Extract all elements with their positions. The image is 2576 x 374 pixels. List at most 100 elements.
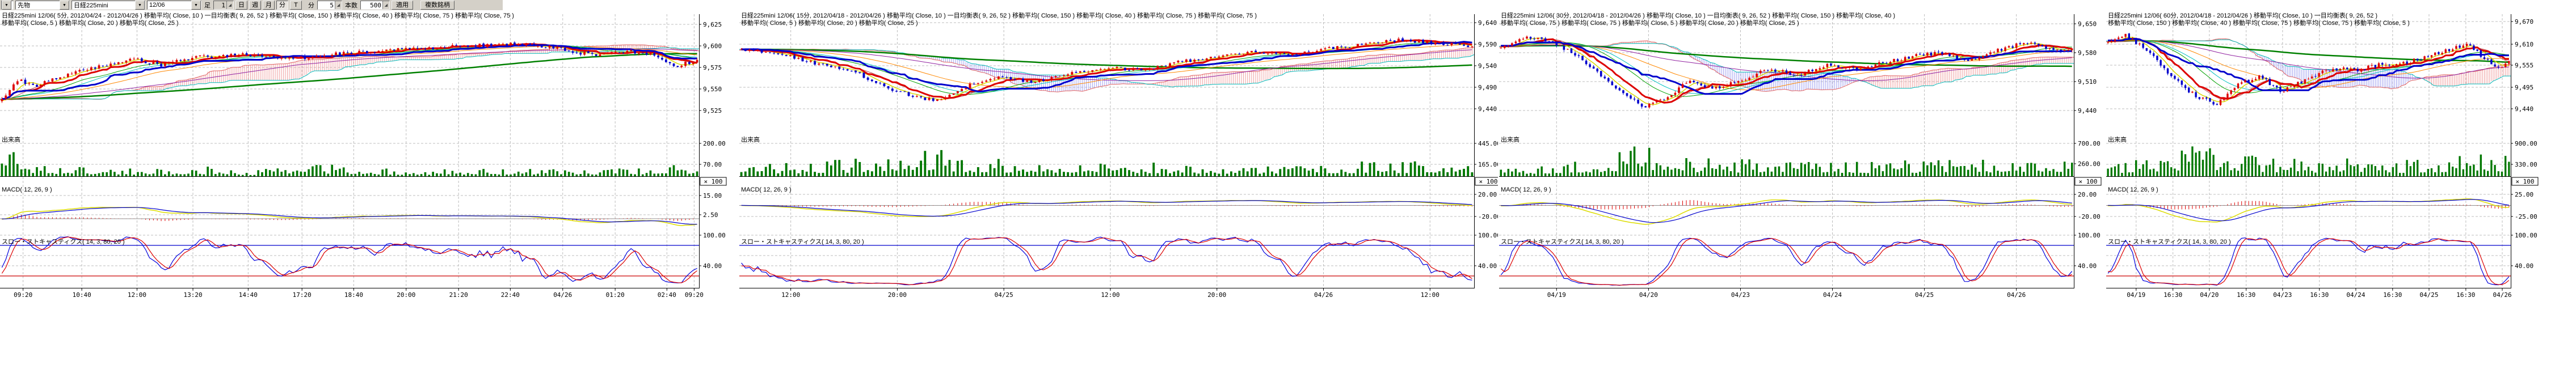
svg-text:-25.00: -25.00 [2515,213,2537,220]
svg-text:2.50: 2.50 [703,211,718,219]
chart-canvas[interactable]: 9,6709,6109,5559,4959,440900.00330.0025.… [2106,0,2576,309]
svg-text:18:40: 18:40 [344,291,363,299]
contract-value: 12/06 [148,2,191,8]
svg-text:9,625: 9,625 [703,21,722,28]
svg-text:04/24: 04/24 [1823,291,1842,299]
svg-text:スロー・ストキャスティクス( 14, 3, 80, 20 ): スロー・ストキャスティクス( 14, 3, 80, 20 ) [2,238,125,245]
svg-text:40.00: 40.00 [2515,262,2533,270]
bars-stepper[interactable]: 500 ◢ [360,1,390,10]
spinner-icon[interactable]: ◢ [226,1,233,9]
chart-panel-15min[interactable]: 日経225mini 12/06( 15分, 2012/04/18 - 2012/… [739,0,1498,374]
svg-text:-20.00: -20.00 [2078,213,2101,220]
svg-text:16:30: 16:30 [2163,291,2182,299]
svg-text:9,670: 9,670 [2515,18,2533,26]
spinner-icon[interactable]: ◢ [382,1,389,9]
svg-text:100.00: 100.00 [703,232,726,239]
svg-text:16:30: 16:30 [2456,291,2475,299]
svg-text:MACD( 12, 26, 9 ): MACD( 12, 26, 9 ) [2108,186,2158,193]
svg-text:16:30: 16:30 [2237,291,2255,299]
svg-text:13:20: 13:20 [183,291,202,299]
svg-text:09:20: 09:20 [685,291,704,299]
ashi-stepper[interactable]: 1 ◢ [213,1,234,10]
svg-text:22:40: 22:40 [501,291,520,299]
chevron-down-icon[interactable]: ▼ [191,1,201,10]
svg-text:-20.00: -20.00 [1478,213,1498,220]
svg-text:MACD( 12, 26, 9 ): MACD( 12, 26, 9 ) [2,186,52,193]
svg-text:04/25: 04/25 [1915,291,1934,299]
svg-text:× 100: × 100 [2078,178,2097,185]
svg-text:MACD( 12, 26, 9 ): MACD( 12, 26, 9 ) [741,186,792,193]
period-button-day[interactable]: 日 [235,1,247,10]
chart-panel-5min[interactable]: 日経225mini 12/06( 5分, 2012/04/24 - 2012/0… [0,0,738,374]
svg-text:200.00: 200.00 [703,140,726,147]
svg-text:04/19: 04/19 [2127,291,2145,299]
contract-dropdown[interactable]: 12/06 ▼ [147,1,201,10]
svg-text:900.00: 900.00 [2515,140,2537,147]
svg-text:9,440: 9,440 [2515,105,2533,113]
chevron-down-icon[interactable]: ▼ [135,1,145,10]
chart-canvas[interactable]: 9,6259,6009,5759,5509,525200.0070.0015.0… [0,0,738,309]
svg-text:17:20: 17:20 [293,291,312,299]
svg-text:165.00: 165.00 [1478,161,1498,168]
chart-canvas[interactable]: 9,6409,5909,5409,4909,440445.00165.0020.… [739,0,1498,309]
svg-text:40.00: 40.00 [703,262,722,270]
symbol-dropdown[interactable]: 日経225mini ▼ [71,1,145,10]
svg-text:20:00: 20:00 [888,291,907,299]
minute-stepper[interactable]: 5 ◢ [317,1,342,10]
bars-value: 500 [361,2,382,9]
chart-panel-30min[interactable]: 日経225mini 12/06( 30分, 2012/04/18 - 2012/… [1499,0,2105,374]
svg-text:04/20: 04/20 [2200,291,2219,299]
svg-text:9,440: 9,440 [2078,107,2097,114]
svg-text:20.00: 20.00 [2078,191,2097,198]
svg-text:スロー・ストキャスティクス( 14, 3, 80, 20 ): スロー・ストキャスティクス( 14, 3, 80, 20 ) [741,238,864,245]
spinner-icon[interactable]: ◢ [335,1,342,9]
svg-text:9,495: 9,495 [2515,84,2533,91]
svg-text:× 100: × 100 [2515,178,2534,185]
svg-text:出来高: 出来高 [741,135,760,143]
period-button-tick[interactable]: T [290,1,302,10]
svg-text:16:30: 16:30 [2310,291,2329,299]
svg-text:70.00: 70.00 [703,161,722,168]
chevron-down-icon[interactable]: ▼ [60,1,69,10]
svg-text:16:30: 16:30 [2383,291,2402,299]
svg-text:12:00: 12:00 [1101,291,1119,299]
svg-text:20:00: 20:00 [1207,291,1226,299]
period-button-month[interactable]: 月 [263,1,275,10]
chart-toolbar: ▼ 先物 ▼ 日経225mini ▼ 12/06 ▼ 足 1 ◢ 日 週 月 分… [0,0,503,10]
multi-symbol-button[interactable]: 複数銘柄 [420,1,454,10]
svg-text:出来高: 出来高 [1501,135,1519,143]
period-button-minute[interactable]: 分 [276,1,288,10]
svg-text:14:40: 14:40 [239,291,258,299]
symbol-value: 日経225mini [72,1,135,10]
category-dropdown[interactable]: 先物 ▼ [15,1,70,10]
chevron-down-icon[interactable]: ▼ [2,1,11,10]
svg-text:9,590: 9,590 [1478,41,1497,48]
svg-text:9,580: 9,580 [2078,49,2097,57]
svg-text:09:20: 09:20 [14,291,32,299]
svg-text:445.00: 445.00 [1478,140,1498,147]
period-button-week[interactable]: 週 [249,1,261,10]
svg-text:9,550: 9,550 [703,86,722,93]
svg-text:04/19: 04/19 [1547,291,1566,299]
svg-text:20.00: 20.00 [1478,191,1497,198]
svg-text:出来高: 出来高 [2108,135,2127,143]
svg-text:04/26: 04/26 [1314,291,1333,299]
apply-button[interactable]: 適用 [392,1,413,10]
svg-text:× 100: × 100 [1479,178,1497,185]
ashi-label: 足 [203,1,212,10]
chart-panel-60min[interactable]: 日経225mini 12/06( 60分, 2012/04/18 - 2012/… [2106,0,2576,374]
chart-canvas[interactable]: 9,6509,5809,5109,440700.00260.0020.00-20… [1499,0,2105,309]
svg-text:9,440: 9,440 [1478,105,1497,113]
svg-text:04/24: 04/24 [2346,291,2365,299]
svg-text:スロー・ストキャスティクス( 14, 3, 80, 20 ): スロー・ストキャスティクス( 14, 3, 80, 20 ) [1501,238,1624,245]
svg-text:04/26: 04/26 [553,291,572,299]
svg-text:40.00: 40.00 [1478,262,1497,270]
svg-text:04/25: 04/25 [2419,291,2438,299]
svg-text:100.00: 100.00 [2078,232,2101,239]
ashi-value: 1 [214,2,226,9]
svg-text:100.00: 100.00 [2515,232,2537,239]
svg-text:04/23: 04/23 [1731,291,1750,299]
category-value: 先物 [16,1,60,10]
svg-text:9,640: 9,640 [1478,19,1497,27]
mini-dropdown[interactable]: ▼ [1,1,14,10]
